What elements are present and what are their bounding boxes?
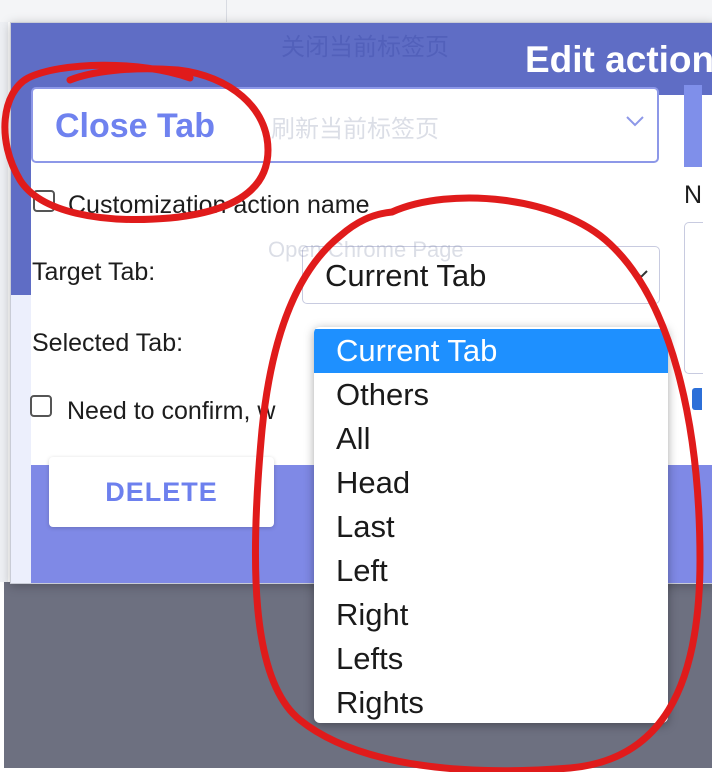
confirm-checkbox[interactable] — [30, 395, 52, 417]
customization-label: Customization action name — [68, 191, 370, 219]
dialog-title: Edit action — [525, 39, 712, 80]
dialog-left-strip — [11, 95, 31, 295]
dropdown-option-all[interactable]: All — [314, 417, 668, 461]
delete-button[interactable]: DELETE — [49, 457, 274, 527]
dialog-side-panel — [11, 295, 31, 583]
selected-tab-label: Selected Tab: — [32, 329, 184, 357]
action-select-ghost-text: 刷新当前标签页 — [271, 116, 439, 143]
background-app-bar — [0, 0, 712, 22]
dropdown-option-rights[interactable]: Rights — [314, 681, 668, 723]
background-strip — [0, 768, 712, 772]
dropdown-option-left[interactable]: Left — [314, 549, 668, 593]
confirm-label: Need to confirm, w — [67, 397, 276, 425]
dropdown-option-current-tab[interactable]: Current Tab — [314, 329, 668, 373]
chevron-down-icon — [634, 270, 648, 279]
right-text-area[interactable] — [684, 222, 703, 374]
target-tab-dropdown-list: Current Tab Others All Head Last Left Right Lef… — [314, 327, 668, 723]
action-type-select[interactable]: 刷新当前标签页 Close Tab — [31, 87, 659, 163]
dropdown-option-lefts[interactable]: Lefts — [314, 637, 668, 681]
right-field-label: N — [684, 181, 703, 209]
dropdown-option-others[interactable]: Others — [314, 373, 668, 417]
customization-checkbox[interactable] — [33, 190, 55, 212]
dialog-header: 关闭当前标签页 Edit action — [11, 23, 712, 95]
dropdown-option-right[interactable]: Right — [314, 593, 668, 637]
right-checkbox[interactable] — [692, 388, 702, 410]
target-tab-select[interactable]: Open Chrome Page Current Tab — [268, 237, 660, 304]
ghost-title-text: 关闭当前标签页 — [281, 34, 449, 61]
action-select-value: Close Tab — [55, 107, 215, 145]
right-action-button[interactable] — [684, 85, 702, 167]
dropdown-option-last[interactable]: Last — [314, 505, 668, 549]
target-tab-select-value: Current Tab — [325, 258, 487, 293]
chevron-down-icon — [626, 116, 644, 127]
dropdown-option-head[interactable]: Head — [314, 461, 668, 505]
target-tab-label: Target Tab: — [32, 258, 156, 286]
background-app-edge — [0, 22, 8, 582]
